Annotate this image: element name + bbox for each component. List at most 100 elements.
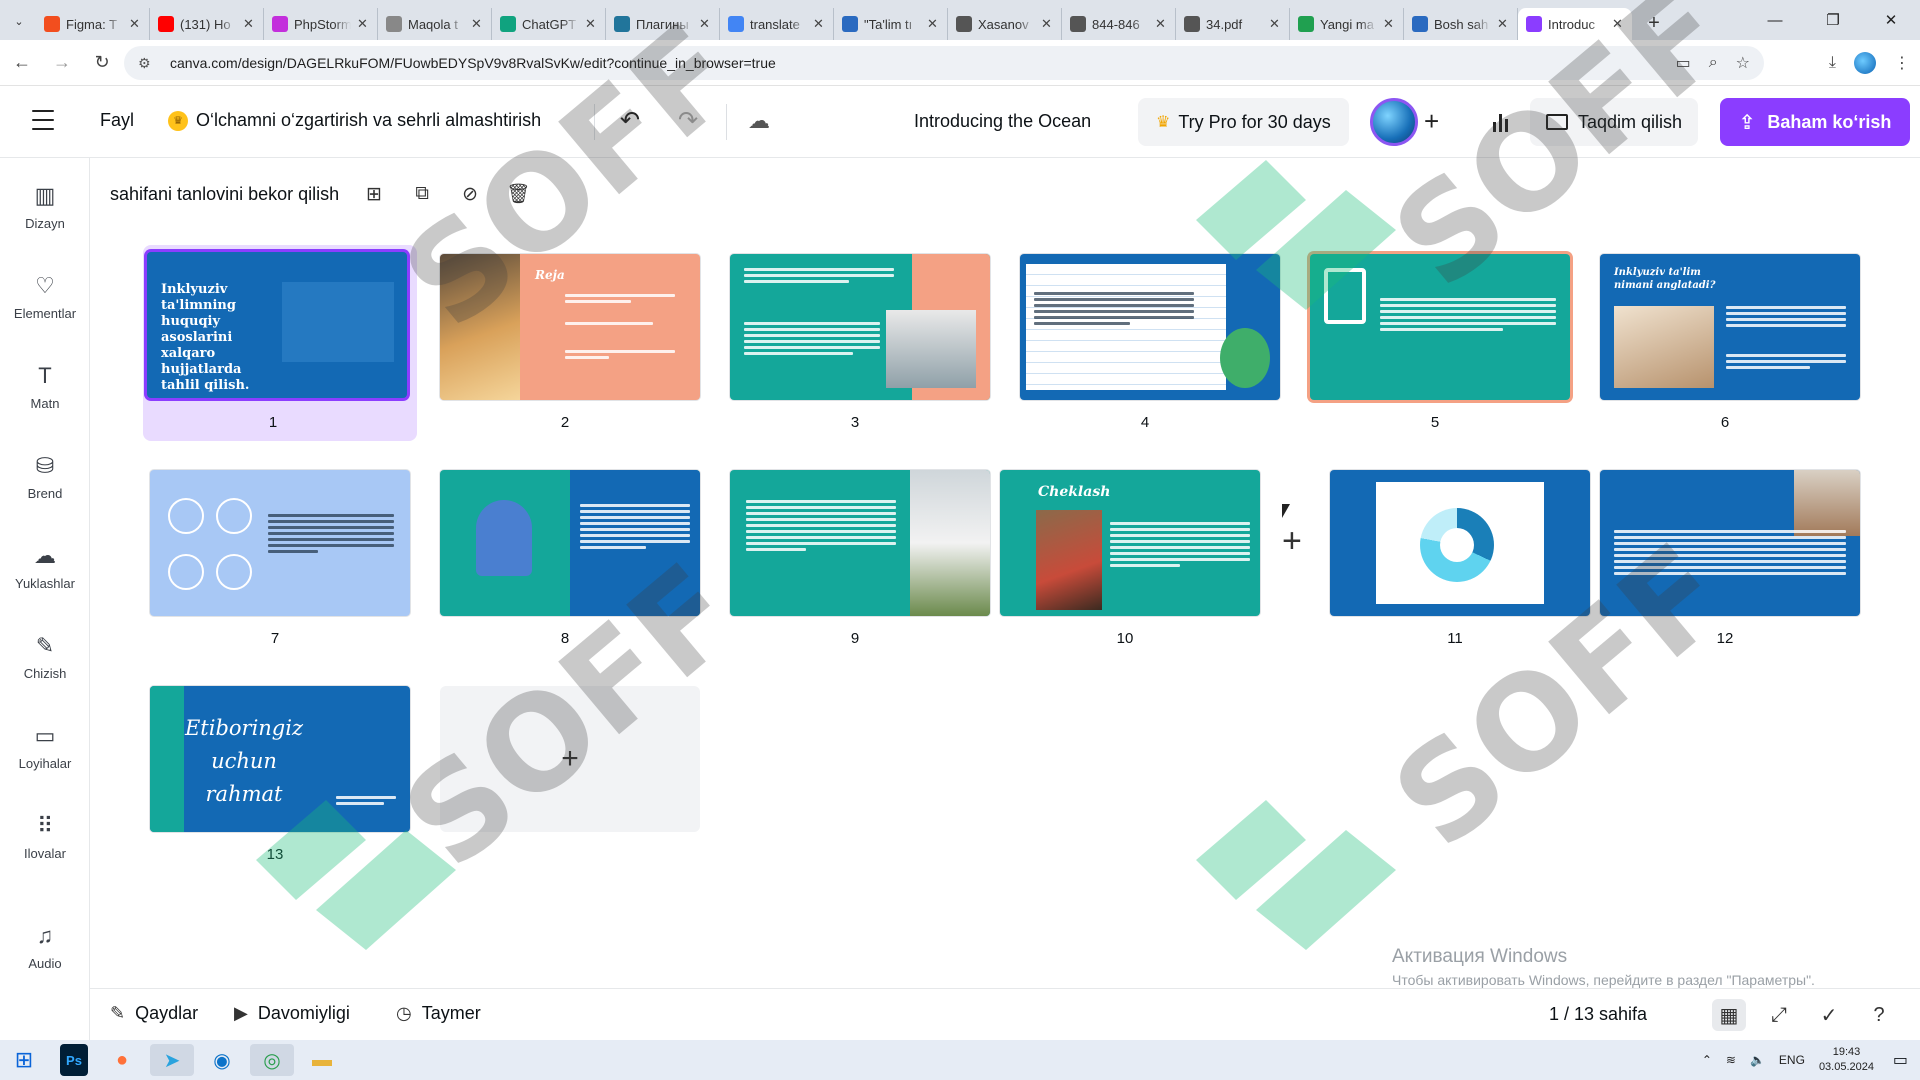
tab-close-icon[interactable]: ✕	[585, 16, 597, 32]
user-avatar[interactable]	[1370, 98, 1418, 146]
insights-chart-icon[interactable]	[1480, 102, 1520, 142]
url-bar[interactable]: ⚙ canva.com/design/DAGELRkuFOM/FUowbEDYS…	[124, 46, 1764, 80]
zoom-icon[interactable]: ⌕	[1709, 54, 1718, 72]
browser-tab[interactable]: Yangi ma ✕	[1290, 8, 1404, 40]
tab-close-icon[interactable]: ✕	[1383, 16, 1395, 32]
sidebar-item-audio[interactable]: ♫ Audio	[0, 922, 90, 971]
grid-view-icon[interactable]: ▦	[1712, 999, 1746, 1031]
notification-icon[interactable]: ▭	[1893, 1050, 1908, 1070]
tab-close-icon[interactable]: ✕	[471, 16, 483, 32]
cloud-saved-icon[interactable]: ☁	[748, 108, 770, 134]
slide-thumbnail-10[interactable]: Cheklash	[1000, 470, 1260, 616]
wifi-icon[interactable]: ≋	[1726, 1053, 1736, 1067]
add-collaborator-icon[interactable]: +	[1424, 106, 1439, 137]
page-indicator[interactable]: 1 / 13 sahifa	[1549, 1004, 1647, 1025]
slide-thumbnail-1[interactable]: Inklyuziv ta'limning huquqiy asoslarini …	[147, 252, 407, 398]
slide-thumbnail-11[interactable]	[1330, 470, 1590, 616]
sidebar-item-elements[interactable]: ♡ Elementlar	[0, 272, 90, 321]
browser-tab[interactable]: ChatGPT ✕	[492, 8, 606, 40]
minimize-icon[interactable]: —	[1746, 0, 1804, 40]
edge-icon[interactable]: ◉	[200, 1044, 244, 1076]
sidebar-item-draw[interactable]: ✎ Chizish	[0, 632, 90, 681]
telegram-icon[interactable]: ➤	[150, 1044, 194, 1076]
firefox-icon[interactable]: ●	[100, 1044, 144, 1076]
tab-close-icon[interactable]: ✕	[1155, 16, 1167, 32]
resize-magic-switch-button[interactable]: ♛ O‘lchamni o‘zgartirish va sehrli almas…	[168, 110, 541, 131]
sidebar-item-apps[interactable]: ⠿ Ilovalar	[0, 812, 90, 861]
forward-icon[interactable]: →	[44, 45, 80, 81]
slide-thumbnail-13[interactable]: Etiboringiz uchun rahmat	[150, 686, 410, 832]
reload-icon[interactable]: ↻	[84, 45, 120, 81]
undo-icon[interactable]: ↶	[620, 106, 640, 135]
try-pro-button[interactable]: ♛ Try Pro for 30 days	[1138, 98, 1349, 146]
browser-tab[interactable]: translate ✕	[720, 8, 834, 40]
photoshop-icon[interactable]: Ps	[60, 1044, 88, 1076]
tab-close-icon[interactable]: ✕	[1269, 16, 1281, 32]
file-menu[interactable]: Fayl	[100, 110, 134, 131]
profile-avatar[interactable]	[1854, 52, 1876, 74]
tab-close-icon[interactable]: ✕	[813, 16, 825, 32]
slide-thumbnail-4[interactable]	[1020, 254, 1280, 400]
timer-button[interactable]: ◷ Taymer	[396, 1003, 481, 1024]
tab-search-icon[interactable]: ⌄	[8, 10, 30, 32]
browser-tab[interactable]: PhpStorm ✕	[264, 8, 378, 40]
chrome-icon[interactable]: ◎	[250, 1044, 294, 1076]
redo-icon[interactable]: ↷	[678, 106, 698, 135]
duplicate-page-icon[interactable]: ⧉	[409, 181, 435, 207]
fullscreen-icon[interactable]: ⤢	[1762, 999, 1796, 1031]
browser-tab[interactable]: "Ta'lim tı ✕	[834, 8, 948, 40]
tab-close-icon[interactable]: ✕	[357, 16, 369, 32]
help-icon[interactable]: ?	[1862, 999, 1896, 1031]
slide-thumbnail-2[interactable]: Reja	[440, 254, 700, 400]
tab-close-icon[interactable]: ✕	[927, 16, 939, 32]
browser-menu-icon[interactable]: ⋮	[1894, 53, 1910, 73]
check-icon[interactable]: ✓	[1812, 999, 1846, 1031]
sidebar-item-uploads[interactable]: ☁ Yuklashlar	[0, 542, 90, 591]
bookmark-star-icon[interactable]: ☆	[1736, 53, 1750, 73]
slide-thumbnail-6[interactable]: Inklyuziv ta'lim nimani anglatadi?	[1600, 254, 1860, 400]
tab-close-icon[interactable]: ✕	[1497, 16, 1509, 32]
notes-button[interactable]: ✎ Qaydlar	[110, 1003, 198, 1024]
browser-tab[interactable]: Xasanov ✕	[948, 8, 1062, 40]
tab-close-icon[interactable]: ✕	[1612, 16, 1624, 32]
back-icon[interactable]: ←	[4, 45, 40, 81]
slide-thumbnail-8[interactable]	[440, 470, 700, 616]
file-explorer-icon[interactable]: ▬	[300, 1044, 344, 1076]
slide-thumbnail-9[interactable]	[730, 470, 990, 616]
sidebar-item-projects[interactable]: ▭ Loyihalar	[0, 722, 90, 771]
present-button[interactable]: Taqdim qilish	[1530, 98, 1699, 146]
tab-close-icon[interactable]: ✕	[129, 16, 141, 32]
site-info-icon[interactable]: ⚙	[138, 55, 160, 72]
slide-thumbnail-3[interactable]	[730, 254, 990, 400]
tab-close-icon[interactable]: ✕	[1041, 16, 1053, 32]
browser-tab[interactable]: Figma: T ✕	[36, 8, 150, 40]
language-indicator[interactable]: ENG	[1779, 1053, 1805, 1067]
browser-tab[interactable]: Introduc ✕	[1518, 8, 1632, 40]
slide-thumbnail-7[interactable]	[150, 470, 410, 616]
delete-page-icon[interactable]: 🗑	[505, 181, 531, 207]
slide-thumbnail-12[interactable]	[1600, 470, 1860, 616]
sidebar-item-brand[interactable]: ⛁ Brend	[0, 452, 90, 501]
document-title[interactable]: Introducing the Ocean	[914, 111, 1091, 132]
insert-page-plus-icon[interactable]: +	[1282, 522, 1302, 561]
browser-tab[interactable]: 34.pdf ✕	[1176, 8, 1290, 40]
browser-tab[interactable]: 844-846 ✕	[1062, 8, 1176, 40]
close-window-icon[interactable]: ✕	[1862, 0, 1920, 40]
tab-close-icon[interactable]: ✕	[243, 16, 255, 32]
slide-thumbnail-5[interactable]	[1310, 254, 1570, 400]
volume-icon[interactable]: 🔈	[1750, 1053, 1765, 1067]
browser-tab[interactable]: Bosh sah ✕	[1404, 8, 1518, 40]
duration-button[interactable]: ▶ Davomiyligi	[234, 1003, 350, 1024]
deselect-pages-button[interactable]: sahifani tanlovini bekor qilish	[110, 184, 339, 205]
browser-tab[interactable]: (131) Ho ✕	[150, 8, 264, 40]
share-button[interactable]: ⇪ Baham ko‘rish	[1720, 98, 1910, 146]
add-page-icon[interactable]: ⊞	[361, 181, 387, 207]
hide-page-icon[interactable]: ⊘	[457, 181, 483, 207]
download-icon[interactable]: ⤓	[1829, 54, 1836, 72]
new-tab-button[interactable]: +	[1640, 9, 1668, 37]
install-app-icon[interactable]: ▭	[1676, 53, 1691, 73]
clock[interactable]: 19:43 03.05.2024	[1819, 1045, 1874, 1075]
sidebar-item-design[interactable]: ▥ Dizayn	[0, 182, 90, 231]
tab-close-icon[interactable]: ✕	[699, 16, 711, 32]
browser-tab[interactable]: Плагины ✕	[606, 8, 720, 40]
